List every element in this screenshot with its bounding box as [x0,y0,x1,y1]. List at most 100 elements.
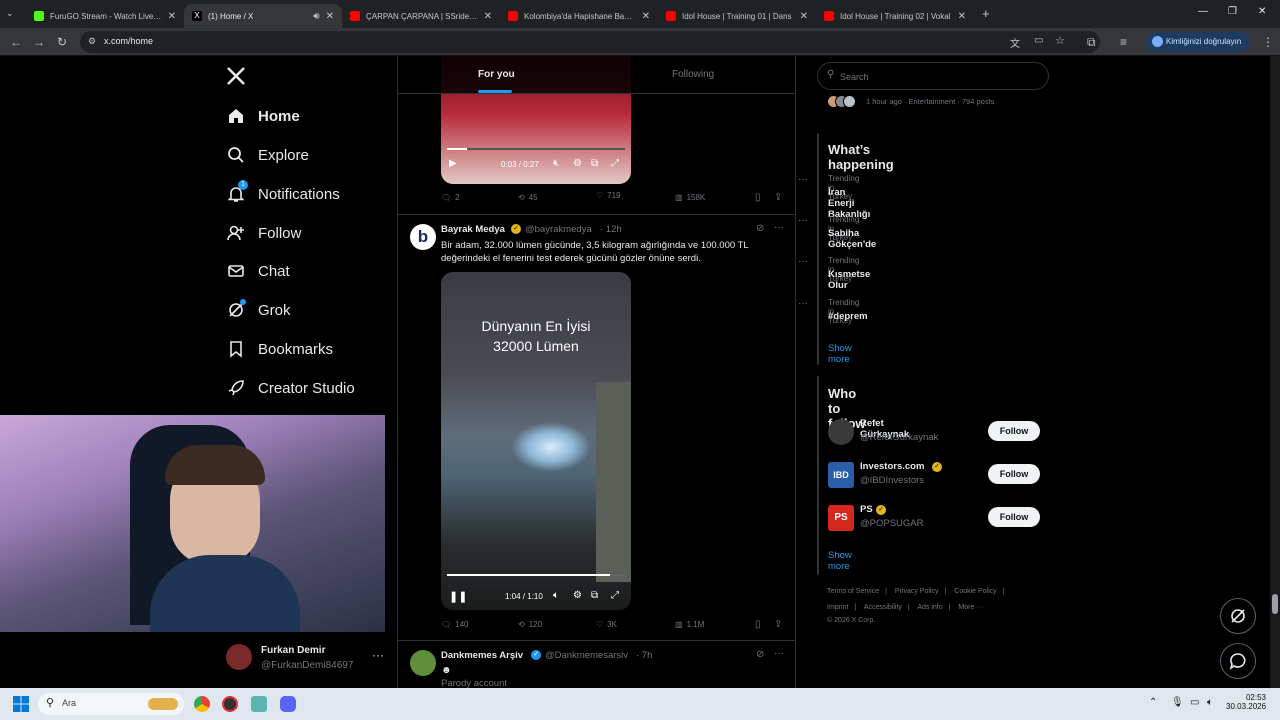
footer-link[interactable]: Terms of Service [827,588,879,595]
repost-button[interactable]: ⟲ 45 [518,193,538,202]
page-scrollbar[interactable] [1270,56,1280,688]
footer-link[interactable]: Ads info [917,604,942,611]
chrome-icon[interactable] [194,696,210,712]
pip-icon[interactable]: ⧉ [591,590,598,601]
views-button[interactable]: ▥ 1.1M [675,620,704,629]
grok-float-button[interactable] [1220,598,1256,634]
follow-button[interactable]: Follow [988,464,1040,484]
footer-link[interactable]: More ··· [958,604,983,611]
translate-icon[interactable]: 文 [1010,35,1020,50]
close-tab-icon[interactable]: ✕ [168,11,176,22]
mute-icon[interactable]: 🔇︎ [553,158,559,169]
repost-button[interactable]: ⟲ 120 [518,620,542,629]
video-progress-track[interactable] [447,574,625,576]
like-button[interactable]: ♡ 719 [596,191,621,200]
trend-item[interactable]: #deprem [828,311,868,322]
post-handle[interactable]: @Dankmemesarsiv [545,650,628,661]
more-dots-icon[interactable]: ··· [774,222,784,233]
extensions-icon[interactable]: ⧉ [1087,35,1096,50]
news-meta[interactable]: 1 hour ago · Entertainment · 794 posts [866,97,994,106]
maximize-button[interactable]: ❐ [1228,6,1237,17]
more-dots-icon[interactable]: ··· [774,648,784,659]
bookmark-icon[interactable]: ▯ [755,192,761,203]
close-tab-icon[interactable]: ✕ [484,11,492,22]
x-logo-icon[interactable] [226,66,246,86]
post-time[interactable]: · 7h [636,650,652,661]
suggestion-name[interactable]: Investors.com [860,461,924,472]
reply-button[interactable]: 🗨︎ 2 [441,193,460,202]
more-dots-icon[interactable]: ··· [798,256,808,267]
post-author[interactable]: Dankmemes Arşiv [441,650,523,661]
tab-following[interactable]: Following [672,69,714,80]
tab-search-icon[interactable]: ⌄ [6,8,14,19]
tab-for-you[interactable]: For you [478,69,515,80]
nav-explore[interactable]: Explore [226,140,309,170]
bookmark-star-icon[interactable]: ☆ [1055,34,1065,47]
site-info-icon[interactable]: ⚙ [88,36,96,47]
nav-bookmarks[interactable]: Bookmarks [226,334,333,364]
follow-button[interactable]: Follow [988,507,1040,527]
browser-tab-active[interactable]: X (1) Home / X 🔊︎ ✕ [184,4,342,28]
browser-tab[interactable]: Idol House | Training 01 | Dans ✕ [658,4,816,28]
settings-icon[interactable]: ⚙ [573,158,582,169]
share-icon[interactable]: ⇪ [774,619,782,630]
close-tab-icon[interactable]: ✕ [800,11,808,22]
speaker-icon[interactable]: 🔊︎ [313,11,319,22]
bayrak-medya-avatar[interactable]: b [410,224,436,250]
app-icon[interactable] [251,696,267,712]
verify-identity-button[interactable]: Kimliğinizi doğrulayın [1146,32,1250,52]
close-tab-icon[interactable]: ✕ [958,11,966,22]
reload-icon[interactable]: ↻ [57,35,67,49]
avatar[interactable]: PS [828,505,854,531]
play-icon[interactable]: ▶ [449,158,457,169]
follow-button[interactable]: Follow [988,421,1040,441]
footer-link[interactable]: Accessibility [864,604,902,611]
suggestion-name[interactable]: PS [860,504,873,515]
microphone-icon[interactable]: 🎙︎ [1171,697,1184,708]
post-time[interactable]: · 12h [600,224,622,235]
avatar[interactable]: IBD [828,462,854,488]
browser-tab[interactable]: ÇARPAN ÇARPANA | SSriders | K ✕ [342,4,500,28]
bookmark-icon[interactable]: ▯ [755,619,761,630]
more-dots-icon[interactable]: ··· [798,298,808,309]
grok-icon[interactable]: ⊘ [756,649,764,660]
settings-icon[interactable]: ⚙ [573,590,582,601]
app-icon[interactable] [222,696,238,712]
show-more-link[interactable]: Show more [828,343,852,365]
nav-notifications[interactable]: 1 Notifications [226,179,340,209]
avatar[interactable] [828,419,854,445]
browser-tab[interactable]: Idol House | Training 02 | Vokal ✕ [816,4,974,28]
pip-icon[interactable]: ⧉ [591,158,598,169]
pause-icon[interactable]: ❚❚ [449,590,467,603]
nav-creator-studio[interactable]: Creator Studio [226,373,355,403]
footer-link[interactable]: Imprint [827,604,848,611]
close-window-button[interactable]: ✕ [1258,6,1266,17]
nav-chat[interactable]: Chat [226,256,290,286]
video-player[interactable]: Dünyanın En İyisi 32000 Lümen ❚❚ 1:04 / … [441,272,631,610]
footer-link[interactable]: Cookie Policy [954,588,996,595]
address-bar[interactable]: ⚙ x.com/home 文 ▭ ☆ [80,31,1100,53]
back-arrow-icon[interactable]: ← [10,35,22,49]
minimize-button[interactable]: — [1198,6,1208,17]
fullscreen-icon[interactable]: ⤢ [611,158,619,169]
network-icon[interactable]: ▭ [1190,697,1199,708]
fullscreen-icon[interactable]: ⤢ [611,590,619,601]
post-handle[interactable]: @bayrakmedya [525,224,592,235]
dankmemes-avatar[interactable] [410,650,436,676]
trend-item[interactable]: Sabiha Gökçen'de [828,228,876,250]
close-tab-icon[interactable]: ✕ [326,11,334,22]
search-input[interactable]: ⚲ Search [817,62,1049,90]
nav-grok[interactable]: Grok [226,295,291,325]
volume-icon[interactable]: 🔈︎ [553,590,559,601]
views-button[interactable]: ▥ 158K [675,193,705,202]
trend-item[interactable]: Kısmetse Olur [828,269,870,291]
forward-arrow-icon[interactable]: → [33,35,45,49]
post-author[interactable]: Bayrak Medya [441,224,505,235]
reply-button[interactable]: 🗨︎ 140 [441,620,469,629]
chevron-up-icon[interactable]: ⌃ [1149,697,1157,708]
scrollbar-thumb[interactable] [1272,594,1278,614]
nav-follow[interactable]: Follow [226,218,301,248]
menu-kebab-icon[interactable]: ⋮ [1262,35,1274,49]
share-icon[interactable]: ⇪ [774,192,782,203]
browser-tab[interactable]: Kolombiya'da Hapishane Baskın ✕ [500,4,658,28]
